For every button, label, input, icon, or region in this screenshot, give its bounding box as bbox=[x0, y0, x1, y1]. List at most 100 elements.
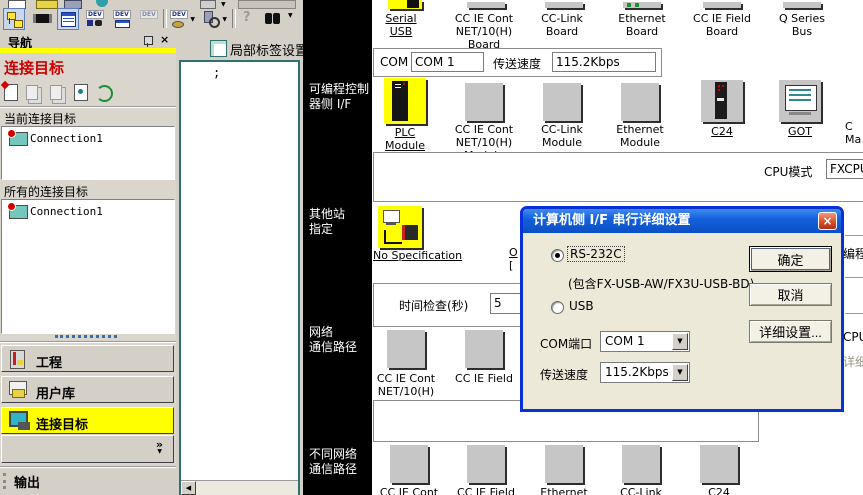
pc-if-item-ethernet-board[interactable]: Ethernet Board bbox=[604, 12, 680, 38]
paste-icon[interactable] bbox=[50, 85, 62, 100]
coexist-item-ethernet[interactable]: Ethernet bbox=[526, 486, 602, 495]
coexist-item-cc-link[interactable]: CC-Link bbox=[603, 486, 679, 495]
plc-if-item-partial[interactable]: C Ma bbox=[845, 120, 863, 146]
tab-local-label-setting[interactable]: 局部标签设置 bbox=[188, 36, 303, 60]
cancel-button[interactable]: 取消 bbox=[749, 283, 832, 306]
usb-radio-label[interactable]: USB bbox=[569, 299, 594, 313]
plc-if-item-cc-link-module[interactable]: CC-Link Module bbox=[524, 123, 600, 149]
coexist-item-cc-ie-cont[interactable]: CC IE Cont bbox=[371, 486, 447, 495]
stage-line: 其他站 bbox=[309, 207, 345, 222]
current-connection-group-title: 当前连接目标 bbox=[4, 110, 76, 127]
plc-if-item-ethernet-module[interactable]: Ethernet Module bbox=[602, 123, 678, 149]
coexist-item-cc-ie-field[interactable]: CC IE Field bbox=[448, 486, 524, 495]
property-info-icon[interactable] bbox=[74, 84, 88, 101]
item-label-line: C24 bbox=[681, 486, 757, 495]
ok-button[interactable]: 确定 bbox=[749, 246, 832, 272]
device-display-icon[interactable]: DEV ▼ bbox=[168, 8, 196, 30]
close-icon[interactable]: × bbox=[818, 212, 837, 230]
more-views-down-icon[interactable]: ▼ bbox=[157, 448, 162, 455]
com-port-value: COM 1 bbox=[605, 334, 645, 348]
rs232c-radio-label[interactable]: RS-232C bbox=[568, 247, 624, 261]
scroll-left-icon[interactable]: ◀ bbox=[181, 481, 196, 495]
item-label-line: CC IE Cont bbox=[446, 12, 522, 25]
view-button-label: 工程 bbox=[36, 352, 62, 371]
close-icon[interactable]: × bbox=[160, 33, 169, 46]
dropdown-icon[interactable]: ▼ bbox=[672, 364, 688, 381]
device-disabled-icon: DEV bbox=[138, 8, 160, 30]
network-item-cc-ie-field[interactable]: CC IE Field bbox=[446, 372, 522, 385]
detail-setting-button[interactable]: 详细设置... bbox=[749, 320, 832, 343]
item-label-line: CC-Link bbox=[524, 123, 600, 136]
device-search-icon[interactable]: ▼ bbox=[200, 8, 228, 30]
item-label-line: Ethernet bbox=[526, 486, 602, 495]
other-station-no-specification[interactable]: No Specification bbox=[373, 249, 471, 262]
coexist-item-c24[interactable]: C24 bbox=[681, 486, 757, 495]
item-label-line: Bus bbox=[764, 25, 840, 38]
pc-if-item-cc-ie-field-board[interactable]: CC IE Field Board bbox=[684, 12, 760, 38]
horizontal-scrollbar[interactable]: ◀ bbox=[181, 480, 298, 495]
dialog-titlebar[interactable]: 计算机侧 I/F 串行详细设置 × bbox=[523, 209, 841, 233]
other-station-partial[interactable]: O [ bbox=[509, 246, 519, 272]
com-port-display[interactable]: COM 1 bbox=[411, 52, 484, 72]
pin-icon[interactable] bbox=[144, 36, 153, 45]
grip-handle[interactable] bbox=[3, 473, 6, 489]
baud-rate-value: 115.2Kbps bbox=[605, 365, 669, 379]
toolbar-overflow-icon[interactable]: ▼ bbox=[288, 12, 293, 19]
device-find-icon[interactable]: DEV bbox=[84, 8, 106, 30]
pc-if-item-serial-usb[interactable]: Serial USB bbox=[366, 12, 436, 38]
connection-icon bbox=[9, 132, 28, 146]
item-label-line: No Specification bbox=[373, 249, 471, 262]
list-item[interactable]: Connection1 bbox=[2, 203, 172, 220]
toolbar-overflow-icon[interactable]: ▼ bbox=[221, 1, 226, 8]
edge-partial-button-1[interactable]: 编程 bbox=[843, 245, 863, 262]
navigation-titlebar: 导航 × bbox=[0, 33, 176, 48]
view-button-project[interactable]: 工程 bbox=[1, 345, 174, 372]
plc-module-icon bbox=[384, 78, 426, 124]
close-glyph: × bbox=[822, 214, 832, 228]
module-config-icon[interactable] bbox=[29, 8, 51, 30]
plc-if-item-plc-module[interactable]: PLC Module bbox=[366, 126, 444, 152]
list-view-icon[interactable] bbox=[57, 8, 79, 30]
serial-detail-dialog: 计算机侧 I/F 串行详细设置 × RS-232C (包含FX-USB-AW/F… bbox=[520, 206, 844, 412]
pc-if-item-q-series-bus[interactable]: Q Series Bus bbox=[764, 12, 840, 38]
item-label-line: Ma bbox=[845, 133, 863, 146]
divider bbox=[845, 235, 863, 237]
splitter-handle[interactable] bbox=[55, 335, 117, 338]
help-icon-top[interactable] bbox=[96, 0, 108, 7]
pc-if-item-cc-ie-cont-board[interactable]: CC IE Cont NET/10(H) Board bbox=[446, 12, 522, 51]
dropdown-arrow-icon: ▼ bbox=[222, 16, 227, 23]
item-label-line: CC IE Field bbox=[446, 372, 522, 385]
usb-radio[interactable] bbox=[551, 301, 564, 314]
cpu-mode-display[interactable]: FXCPU bbox=[826, 159, 863, 179]
com-port-combo[interactable]: COM 1 ▼ bbox=[600, 331, 690, 352]
baud-display[interactable]: 115.2Kbps bbox=[552, 52, 656, 72]
plc-if-item-got[interactable]: GOT bbox=[762, 125, 838, 138]
connection-name: Connection1 bbox=[30, 205, 103, 218]
user-library-icon bbox=[9, 381, 27, 395]
view-button-connection-destination[interactable]: 连接目标 bbox=[1, 407, 174, 434]
plc-if-item-c24[interactable]: C24 bbox=[684, 125, 760, 138]
pc-if-item-cc-link-board[interactable]: CC-Link Board bbox=[524, 12, 600, 38]
dropdown-icon[interactable]: ▼ bbox=[672, 333, 688, 350]
stage-line: 指定 bbox=[309, 222, 345, 237]
rs232c-radio[interactable] bbox=[551, 249, 564, 262]
edge-partial-label-2: CPU型 bbox=[843, 328, 863, 345]
device-table-icon[interactable]: DEV bbox=[111, 8, 133, 30]
view-button-user-library[interactable]: 用户库 bbox=[1, 376, 174, 403]
help-icon[interactable]: ? bbox=[237, 8, 259, 30]
baud-rate-combo[interactable]: 115.2Kbps ▼ bbox=[600, 362, 690, 383]
copy-icon[interactable] bbox=[26, 85, 38, 100]
network-item-cc-ie-cont[interactable]: CC IE Cont NET/10(H) bbox=[368, 372, 444, 398]
new-connection-icon[interactable] bbox=[4, 84, 18, 101]
refresh-icon[interactable] bbox=[96, 85, 113, 102]
view-button-label: 连接目标 bbox=[36, 414, 88, 433]
navigation-window-icon[interactable] bbox=[3, 8, 25, 30]
list-item[interactable]: Connection1 bbox=[2, 130, 172, 147]
connection-destination-icon-base bbox=[18, 422, 30, 430]
dev-label: DEV bbox=[86, 10, 104, 19]
stage-rail: 可编程控制 器侧 I/F 其他站 指定 网络 通信路径 不同网络 通信路径 bbox=[303, 0, 372, 495]
dropdown-glyph: ▼ bbox=[677, 368, 682, 376]
local-label-editor[interactable]: ; ◀ bbox=[179, 60, 300, 495]
find-binoculars-icon[interactable] bbox=[262, 8, 284, 30]
q-bus-icon-a bbox=[703, 2, 741, 8]
